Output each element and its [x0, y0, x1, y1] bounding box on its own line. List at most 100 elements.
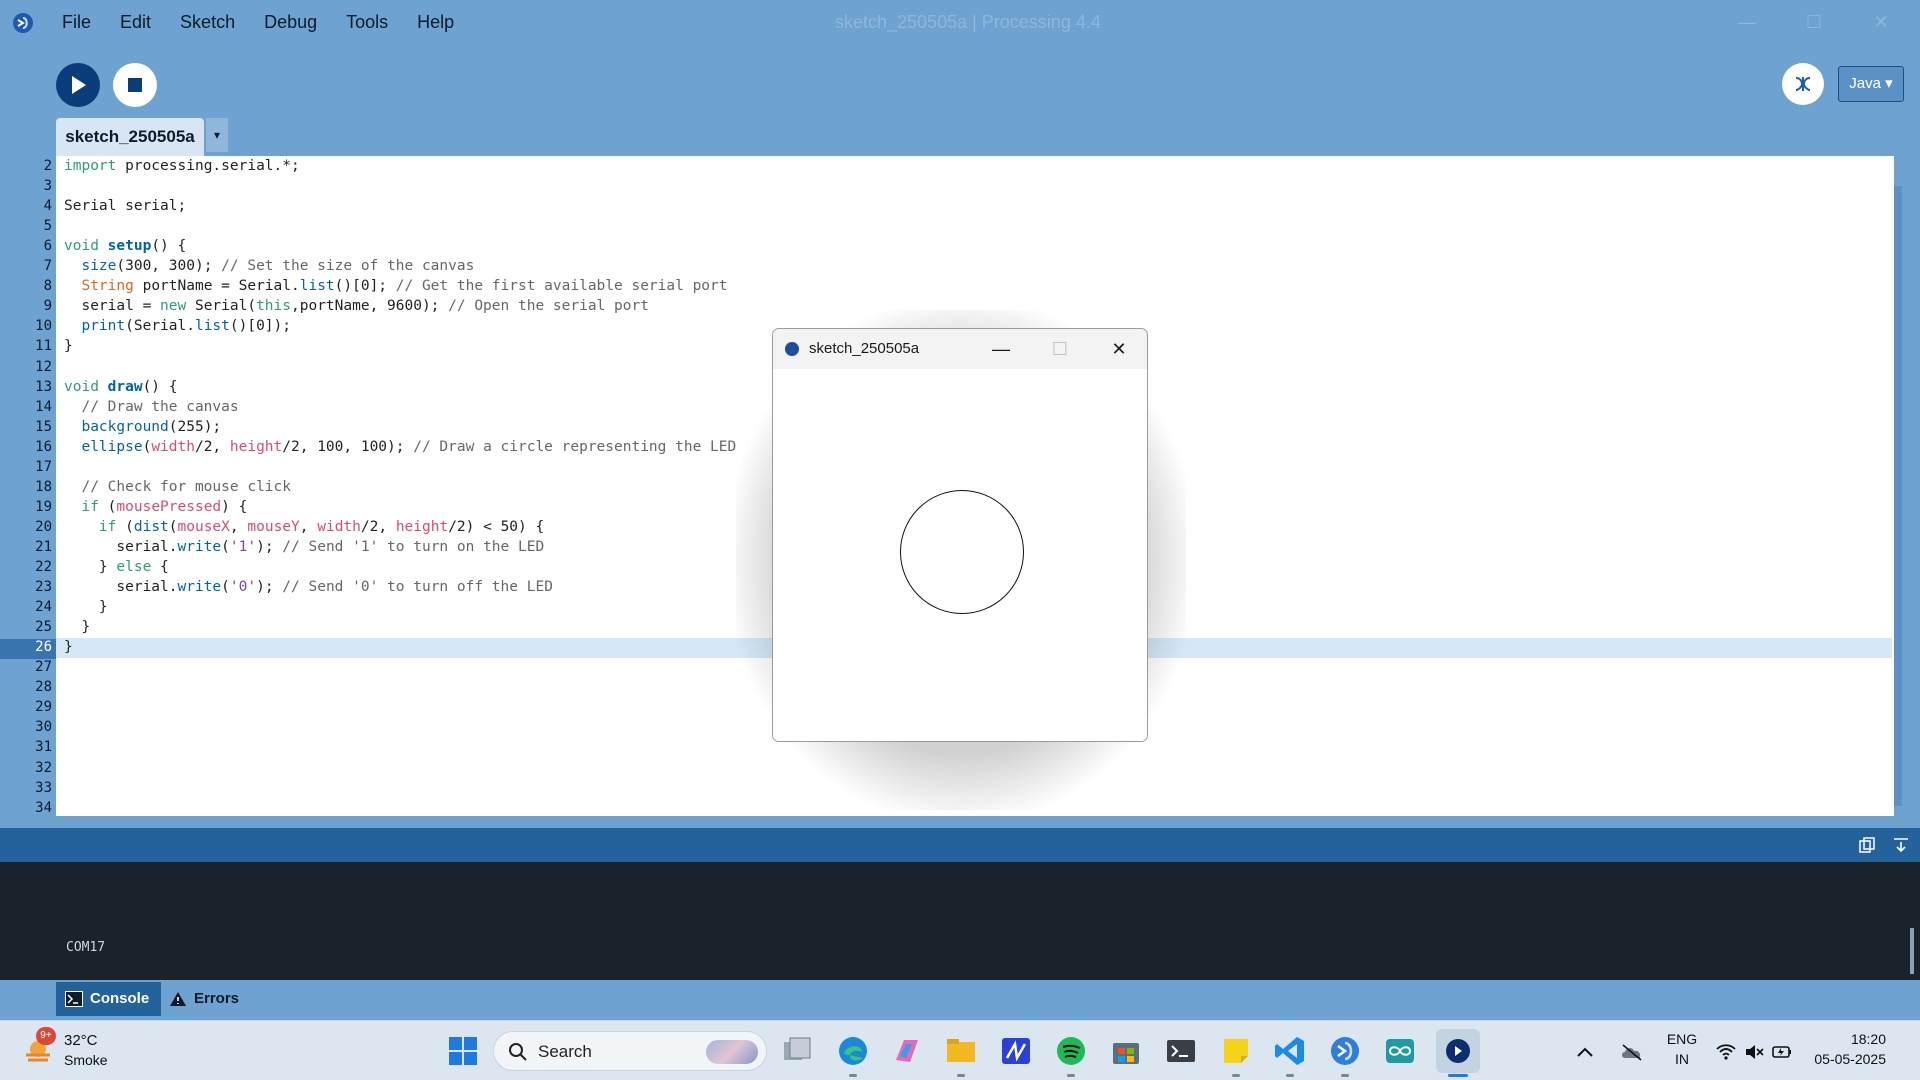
stop-button[interactable]	[113, 63, 157, 107]
weather-desc[interactable]: Smoke	[64, 1052, 108, 1068]
wifi-icon[interactable]	[1716, 1043, 1736, 1061]
tab-sketch[interactable]: sketch_250505a	[56, 118, 204, 156]
terminal-icon	[65, 991, 83, 1007]
butterfly-icon	[1795, 77, 1811, 91]
tab-console[interactable]: Console	[56, 982, 162, 1016]
collapse-down-icon[interactable]	[1892, 836, 1910, 854]
menu-debug[interactable]: Debug	[264, 12, 317, 33]
edge-running-indicator	[849, 1074, 857, 1077]
window-title: sketch_250505a | Processing 4.4	[835, 12, 1101, 32]
line-number: 25	[35, 619, 52, 636]
clipboard-copy-icon[interactable]	[1858, 836, 1876, 854]
code-line[interactable]: serial.write('1'); // Send '1' to turn o…	[64, 539, 544, 555]
file-explorer-icon[interactable]	[944, 1034, 978, 1068]
console-output: COM17	[0, 862, 1920, 980]
menu-tools[interactable]: Tools	[346, 12, 388, 33]
code-line[interactable]: print(Serial.list()[0]);	[64, 318, 291, 334]
code-line[interactable]: ellipse(width/2, height/2, 100, 100); //…	[64, 439, 736, 455]
sketch-window[interactable]: sketch_250505a — ☐ ✕	[772, 328, 1148, 742]
code-line[interactable]: }	[64, 619, 90, 635]
tab-menu-button[interactable]: ▾	[206, 118, 228, 152]
menu-sketch[interactable]: Sketch	[180, 12, 235, 33]
vscode-icon[interactable]	[1273, 1034, 1307, 1068]
sketch-window-title: sketch_250505a	[809, 340, 920, 357]
arduino-icon[interactable]	[1383, 1034, 1417, 1068]
search-icon	[509, 1043, 527, 1061]
battery-charging-icon[interactable]	[1772, 1043, 1792, 1061]
explorer-running-indicator	[957, 1074, 965, 1077]
weather-temp[interactable]: 32°C	[64, 1032, 98, 1049]
run-button[interactable]	[56, 63, 100, 107]
code-line[interactable]: void draw() {	[64, 379, 178, 395]
store-icon[interactable]	[1109, 1034, 1143, 1068]
code-line[interactable]: }	[64, 338, 73, 354]
console-scrollbar[interactable]	[1910, 928, 1914, 974]
tab-console-label: Console	[90, 990, 150, 1007]
menu-edit[interactable]: Edit	[120, 12, 151, 33]
code-line[interactable]: // Check for mouse click	[64, 479, 291, 495]
debugger-button[interactable]	[1782, 63, 1824, 105]
led-circle[interactable]	[900, 490, 1024, 614]
menu-file[interactable]: File	[62, 12, 91, 33]
terminal-icon[interactable]	[1164, 1034, 1198, 1068]
code-line[interactable]: // Draw the canvas	[64, 399, 238, 415]
windows-start-icon[interactable]	[446, 1034, 480, 1068]
clock-time[interactable]: 18:20	[1806, 1031, 1886, 1047]
code-line[interactable]: Serial serial;	[64, 198, 186, 214]
editor-scrollbar-thumb[interactable]	[1894, 186, 1902, 806]
line-number: 17	[35, 458, 52, 475]
menu-help[interactable]: Help	[417, 12, 454, 33]
stop-icon	[128, 78, 142, 92]
console-text: COM17	[66, 940, 106, 955]
processing-running-indicator	[1341, 1074, 1349, 1077]
line-number: 28	[35, 679, 52, 696]
taskbar-search[interactable]: Search	[493, 1031, 767, 1071]
task-view-icon[interactable]	[780, 1034, 814, 1068]
app-icon[interactable]	[999, 1034, 1033, 1068]
code-line[interactable]: size(300, 300); // Set the size of the c…	[64, 258, 474, 274]
window-close-button[interactable]: ✕	[1870, 12, 1892, 34]
code-line[interactable]: serial.write('0'); // Send '0' to turn o…	[64, 579, 553, 595]
sketch-canvas[interactable]	[773, 369, 1147, 741]
window-minimize-button[interactable]: —	[1736, 12, 1758, 34]
edge-icon[interactable]	[836, 1034, 870, 1068]
volume-muted-icon[interactable]	[1744, 1043, 1764, 1061]
editor-console-divider[interactable]	[0, 816, 1920, 828]
line-number: 8	[43, 278, 52, 295]
clock-date[interactable]: 05-05-2025	[1806, 1051, 1886, 1067]
copilot-icon[interactable]	[890, 1034, 924, 1068]
search-placeholder: Search	[538, 1042, 592, 1061]
console-tabs: Console Errors	[0, 980, 1920, 1020]
code-line[interactable]: String portName = Serial.list()[0]; // G…	[64, 278, 727, 294]
code-line[interactable]: }	[64, 639, 73, 655]
sketch-close-button[interactable]: ✕	[1099, 335, 1139, 363]
language-top[interactable]: ENG	[1660, 1031, 1704, 1047]
sticky-notes-icon[interactable]	[1219, 1034, 1253, 1068]
code-line[interactable]: if (dist(mouseX, mouseY, width/2, height…	[64, 519, 544, 535]
line-number: 20	[35, 518, 52, 535]
spotify-icon[interactable]	[1054, 1034, 1088, 1068]
code-line[interactable]: serial = new Serial(this,portName, 9600)…	[64, 298, 648, 314]
processing-sketch-icon[interactable]	[1441, 1034, 1475, 1068]
code-line[interactable]: import processing.serial.*;	[64, 158, 300, 174]
onedrive-icon[interactable]	[1620, 1043, 1644, 1061]
sketch-minimize-button[interactable]: —	[981, 335, 1021, 363]
processing-logo-icon	[13, 13, 33, 33]
code-line[interactable]: } else {	[64, 559, 169, 575]
search-highlight-art	[706, 1040, 758, 1064]
tab-errors[interactable]: Errors	[160, 982, 251, 1016]
chevron-up-icon[interactable]	[1575, 1043, 1595, 1061]
sketch-window-titlebar[interactable]: sketch_250505a — ☐ ✕	[773, 329, 1147, 369]
language-bottom[interactable]: IN	[1660, 1051, 1704, 1067]
line-number: 23	[35, 579, 52, 596]
window-maximize-button[interactable]: ☐	[1803, 12, 1825, 34]
line-number: 7	[43, 258, 52, 275]
editor-scrollbar[interactable]	[1894, 156, 1920, 816]
code-line[interactable]: }	[64, 599, 108, 615]
code-line[interactable]: background(255);	[64, 419, 221, 435]
mode-selector[interactable]: Java ▾	[1838, 66, 1904, 102]
code-line[interactable]: void setup() {	[64, 238, 186, 254]
code-line[interactable]: if (mousePressed) {	[64, 499, 247, 515]
processing-icon[interactable]	[1328, 1034, 1362, 1068]
line-number: 18	[35, 478, 52, 495]
